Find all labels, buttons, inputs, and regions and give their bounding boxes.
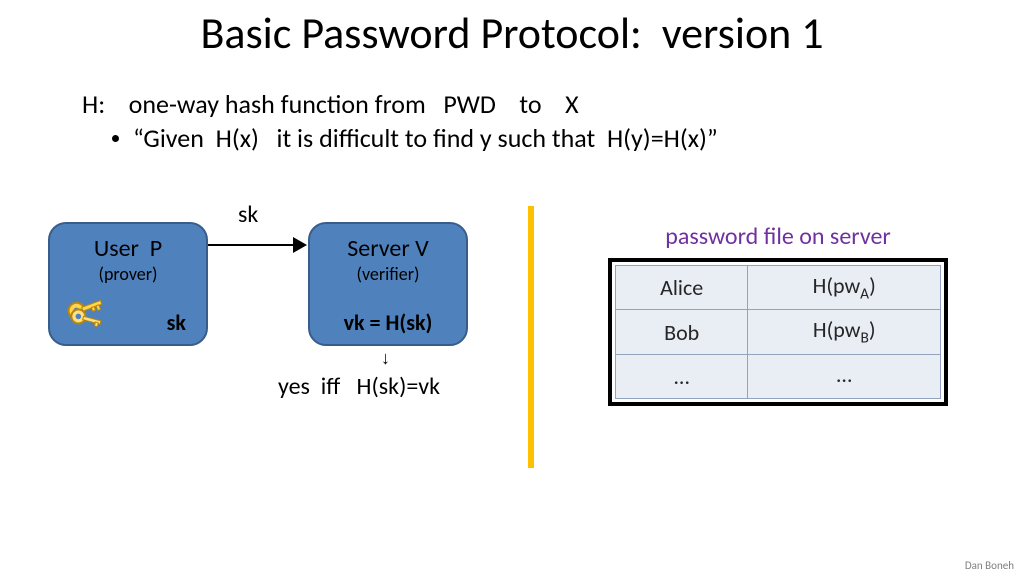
down-arrow-icon: ↓ xyxy=(381,348,390,369)
server-box-vk: vk = H(sk) xyxy=(310,309,466,336)
password-file-caption: password file on server xyxy=(608,222,948,251)
server-box: Server V (verifier) vk = H(sk) xyxy=(308,222,468,346)
user-box-title: User P xyxy=(50,234,206,263)
bullet-line: “Given H(x) it is difficult to find y su… xyxy=(112,122,718,154)
password-file-table: Alice H(pwA) Bob H(pwB) … … xyxy=(608,258,948,406)
vertical-divider xyxy=(528,206,534,468)
bullet-icon xyxy=(112,135,119,142)
user-cell: Bob xyxy=(616,310,748,354)
bullet-text: “Given H(x) it is difficult to find y su… xyxy=(133,122,718,154)
hash-cell: … xyxy=(748,354,941,398)
hash-definition-line: H: one-way hash function from PWD to X xyxy=(82,88,579,120)
server-box-subtitle: (verifier) xyxy=(310,263,466,285)
slide: Basic Password Protocol: version 1 H: on… xyxy=(0,0,1024,576)
user-box: User P (prover) sk xyxy=(48,222,208,346)
arrow-label: sk xyxy=(238,200,258,229)
verification-text: yes iff H(sk)=vk xyxy=(278,372,440,401)
user-box-subtitle: (prover) xyxy=(50,263,206,285)
arrow-sk xyxy=(208,232,308,262)
user-box-secret: sk xyxy=(50,309,206,336)
attribution: Dan Boneh xyxy=(965,559,1014,572)
table-row: Alice H(pwA) xyxy=(616,266,941,310)
table-row: … … xyxy=(616,354,941,398)
user-cell: … xyxy=(616,354,748,398)
hash-cell: H(pwB) xyxy=(748,310,941,354)
slide-title: Basic Password Protocol: version 1 xyxy=(0,6,1024,60)
table-row: Bob H(pwB) xyxy=(616,310,941,354)
hash-cell: H(pwA) xyxy=(748,266,941,310)
server-box-title: Server V xyxy=(310,234,466,263)
user-cell: Alice xyxy=(616,266,748,310)
